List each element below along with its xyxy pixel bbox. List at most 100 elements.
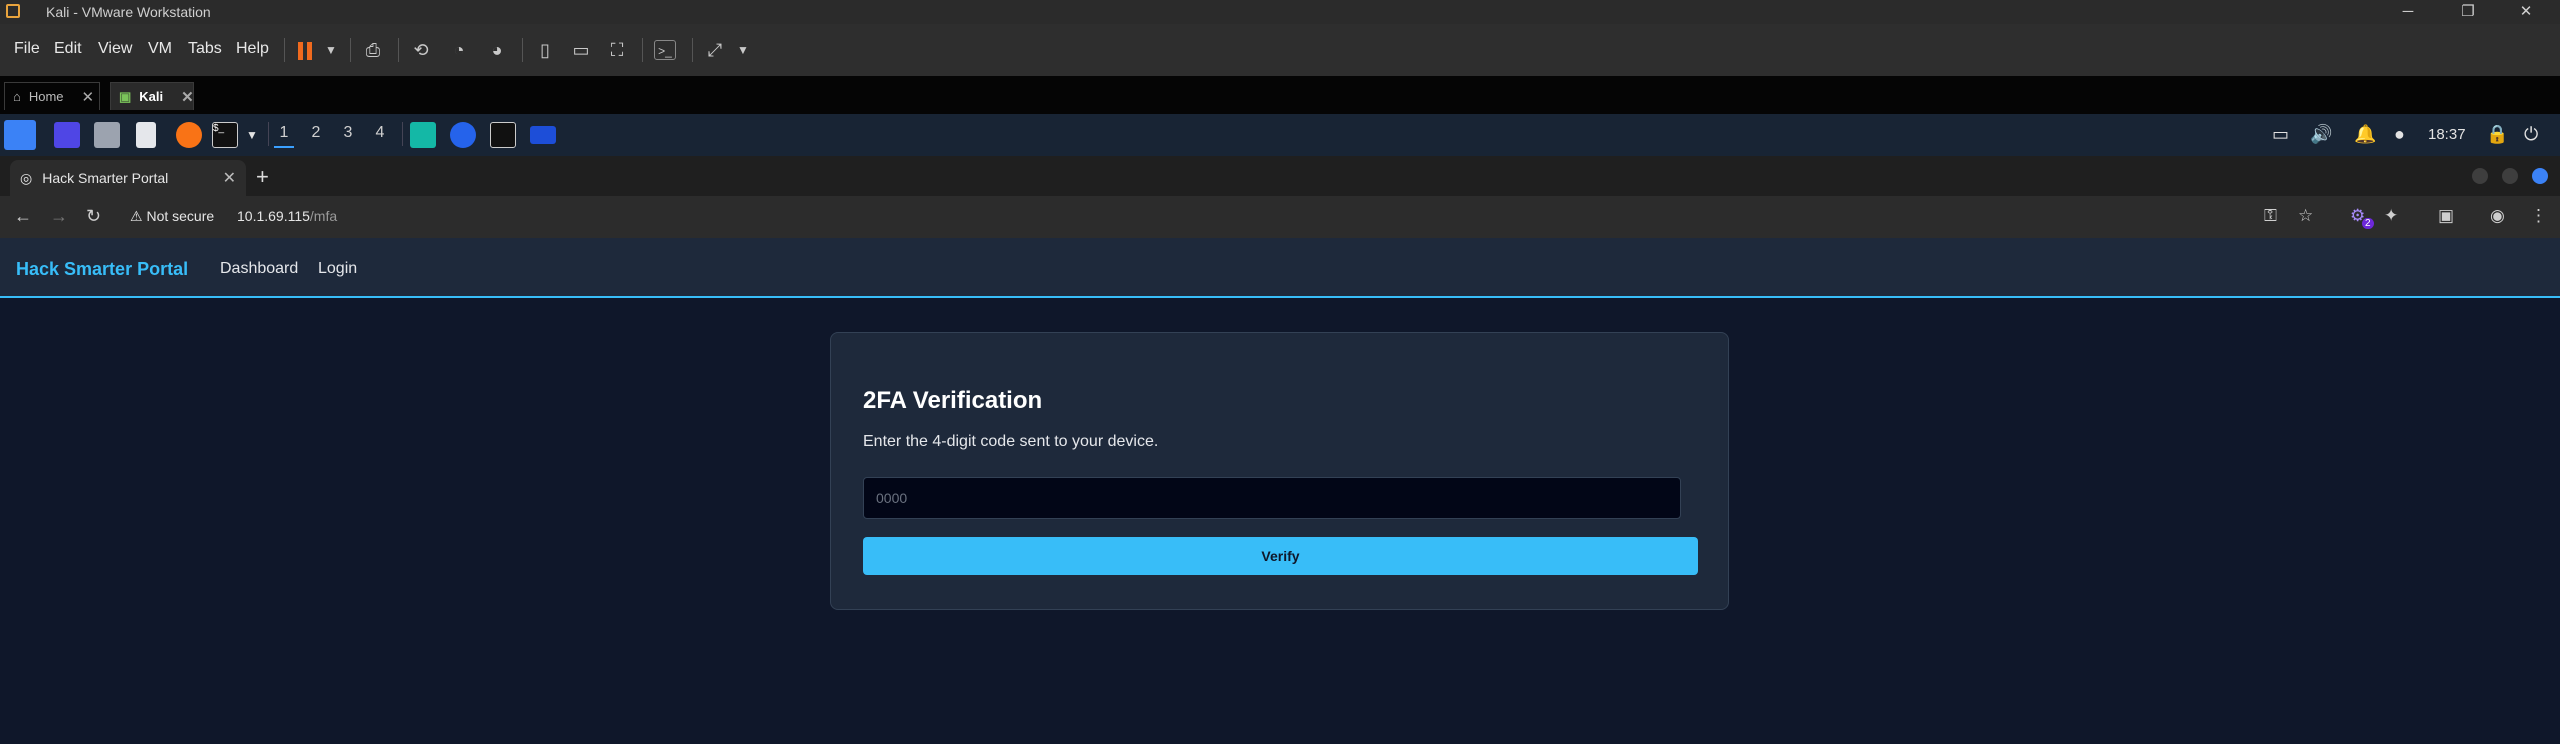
workspace-1[interactable]: 1 [274, 124, 294, 148]
revert-snapshot-icon[interactable]: ◔ [448, 40, 470, 60]
vm-icon: ▣ [119, 88, 132, 104]
forward-icon[interactable]: → [50, 206, 68, 227]
snapshot-icon[interactable]: ⟲ [410, 40, 432, 60]
logout-icon[interactable]: ⏻ [2524, 124, 2538, 145]
menu-help[interactable]: Help [236, 40, 269, 58]
vmware-menu-bar: File Edit View VM Tabs Help ▼ ⎙ ⟲ ◔ ◕ ▯ … [0, 24, 2560, 76]
fullscreen-icon[interactable]: ⛶ [606, 40, 628, 60]
chevron-down-icon[interactable]: ▼ [732, 40, 754, 60]
menu-view[interactable]: View [98, 40, 132, 58]
menu-edit[interactable]: Edit [54, 40, 82, 58]
address-bar[interactable]: 10.1.69.115/mfa [237, 208, 337, 224]
extension-badge: 2 [2362, 218, 2374, 229]
page-body: 2FA Verification Enter the 4-digit code … [0, 300, 2560, 744]
globe-icon: ◎ [20, 169, 33, 186]
send-ctrl-alt-del-icon[interactable]: ⎙ [362, 40, 384, 60]
text-editor-icon[interactable] [136, 122, 156, 148]
close-icon[interactable] [2532, 168, 2548, 184]
terminal-window-icon[interactable] [490, 122, 516, 148]
menu-tabs[interactable]: Tabs [188, 40, 222, 58]
terminal-icon[interactable]: $_ [212, 122, 238, 148]
new-tab-button[interactable]: + [256, 164, 269, 190]
workspace-2[interactable]: 2 [306, 124, 326, 142]
vm-tab-label: Home [28, 89, 64, 104]
extensions-puzzle-icon[interactable]: ✦ [2384, 206, 2398, 226]
vmware-app-icon [6, 4, 20, 18]
display-icon[interactable]: ▭ [2272, 124, 2289, 145]
vmware-tab-strip: ⌂ Home ✕ ▣ Kali ✕ [0, 76, 2560, 114]
kali-top-panel: $_ ▼ 1 2 3 4 ▭ 🔊 🔔 ● 18:37 🔒 ⏻ [0, 114, 2560, 156]
folder-icon[interactable] [530, 126, 556, 144]
vmware-title-bar: Kali - VMware Workstation ─ ❐ ✕ [0, 0, 2560, 24]
kali-menu-icon[interactable] [4, 120, 36, 150]
toolbar-separator [522, 38, 523, 62]
back-icon[interactable]: ← [14, 206, 32, 227]
toolbar-separator [642, 38, 643, 62]
toolbar-separator [398, 38, 399, 62]
snapshot-manager-icon[interactable]: ◕ [486, 40, 508, 60]
browser-tab-strip: ◎ Hack Smarter Portal ✕ + [0, 156, 2560, 196]
stretch-guest-icon[interactable]: ⤢ [704, 40, 726, 60]
reload-icon[interactable]: ↻ [86, 206, 101, 227]
media-cast-icon[interactable]: ▣ [2438, 206, 2454, 226]
power-manager-icon[interactable]: ● [2394, 124, 2405, 145]
vm-tab-kali[interactable]: ▣ Kali ✕ [110, 82, 194, 110]
browser-toolbar: ← → ↻ ⚠ Not secure 10.1.69.115/mfa ⚿ ☆ ⚙… [0, 196, 2560, 238]
chevron-down-icon[interactable]: ▼ [246, 128, 258, 142]
window-title: Kali - VMware Workstation [46, 4, 211, 20]
maximize-icon[interactable] [2502, 168, 2518, 184]
vm-tab-label: Kali [139, 89, 164, 104]
verify-button[interactable]: Verify [863, 537, 1698, 575]
file-manager-icon[interactable] [94, 122, 120, 148]
chevron-down-icon[interactable]: ▼ [320, 40, 342, 60]
security-indicator[interactable]: ⚠ Not secure [130, 208, 214, 225]
pause-icon[interactable] [298, 42, 314, 60]
warning-icon: ⚠ [130, 208, 143, 224]
site-brand-link[interactable]: Hack Smarter Portal [16, 259, 188, 280]
nav-login-link[interactable]: Login [318, 260, 357, 278]
workspace-3[interactable]: 3 [338, 124, 358, 142]
close-icon[interactable]: ✕ [223, 168, 236, 188]
mfa-code-input[interactable] [863, 477, 1681, 519]
vm-tab-home[interactable]: ⌂ Home ✕ [4, 82, 100, 110]
menu-file[interactable]: File [14, 40, 40, 58]
panel-separator [268, 122, 269, 146]
profile-icon[interactable]: ◉ [2490, 206, 2505, 226]
chromium-icon[interactable] [450, 122, 476, 148]
show-desktop-icon[interactable] [54, 122, 80, 148]
toolbar-separator [692, 38, 693, 62]
home-icon: ⌂ [13, 89, 21, 104]
panel-clock[interactable]: 18:37 [2428, 126, 2466, 143]
menu-vm[interactable]: VM [148, 40, 172, 58]
bookmark-star-icon[interactable]: ☆ [2298, 206, 2313, 226]
minimize-icon[interactable] [2472, 168, 2488, 184]
mfa-description: Enter the 4-digit code sent to your devi… [863, 433, 1159, 450]
lock-icon[interactable]: 🔒 [2486, 124, 2508, 145]
panel-separator [402, 122, 403, 146]
browser-tab-title: Hack Smarter Portal [42, 170, 169, 186]
close-icon[interactable]: ✕ [82, 88, 95, 106]
toolbar-separator [350, 38, 351, 62]
workspace-4[interactable]: 4 [370, 124, 390, 142]
close-icon[interactable]: ✕ [2516, 2, 2536, 22]
close-icon[interactable]: ✕ [181, 88, 194, 106]
more-menu-icon[interactable]: ⋮ [2530, 206, 2547, 226]
firefox-icon[interactable] [176, 122, 202, 148]
password-key-icon[interactable]: ⚿ [2264, 206, 2277, 226]
minimize-icon[interactable]: ─ [2398, 2, 2418, 22]
volume-icon[interactable]: 🔊 [2310, 124, 2332, 145]
url-path: /mfa [309, 208, 338, 224]
not-secure-label: Not secure [146, 208, 215, 224]
nav-dashboard-link[interactable]: Dashboard [220, 260, 298, 278]
restore-icon[interactable]: ❐ [2458, 2, 2478, 22]
site-navbar: Hack Smarter Portal Dashboard Login [0, 238, 2560, 298]
thumbnail-icon[interactable]: ▭ [570, 40, 592, 60]
burpsuite-icon[interactable] [410, 122, 436, 148]
browser-tab-active[interactable]: ◎ Hack Smarter Portal ✕ [10, 160, 246, 196]
library-icon[interactable]: ▯ [534, 40, 556, 60]
toolbar-separator [284, 38, 285, 62]
mfa-card: 2FA Verification Enter the 4-digit code … [830, 332, 1729, 610]
mfa-heading: 2FA Verification [863, 387, 1043, 414]
console-view-icon[interactable]: >_ [654, 40, 676, 60]
notification-bell-icon[interactable]: 🔔 [2354, 124, 2376, 145]
